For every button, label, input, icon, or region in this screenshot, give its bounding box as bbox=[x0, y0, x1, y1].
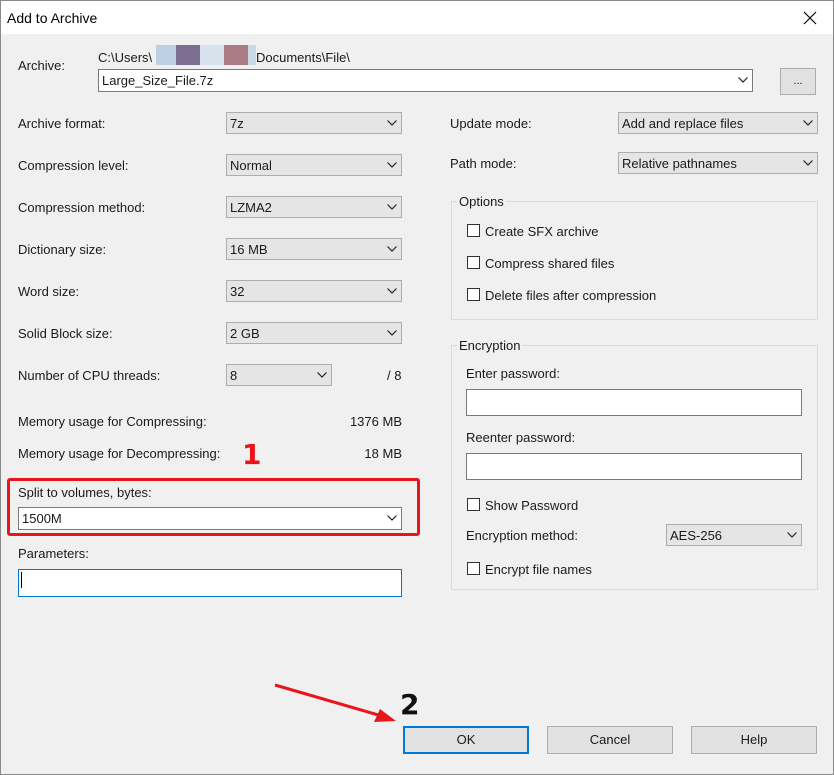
word-size-select[interactable]: 32 bbox=[226, 280, 402, 302]
memory-compress-value: 1376 MB bbox=[349, 414, 402, 429]
dictionary-size-value: 16 MB bbox=[230, 242, 268, 257]
ok-button[interactable]: OK bbox=[403, 726, 529, 754]
help-button[interactable]: Help bbox=[691, 726, 817, 754]
path-mode-select[interactable]: Relative pathnames bbox=[618, 152, 818, 174]
chevron-down-icon bbox=[383, 281, 401, 301]
chevron-down-icon bbox=[383, 197, 401, 217]
archive-format-label: Archive format: bbox=[18, 116, 106, 131]
parameters-label: Parameters: bbox=[18, 546, 89, 561]
chevron-down-icon bbox=[383, 155, 401, 175]
compression-method-label: Compression method: bbox=[18, 200, 146, 215]
dictionary-size-select[interactable]: 16 MB bbox=[226, 238, 402, 260]
redacted-username bbox=[156, 45, 256, 65]
text-cursor bbox=[21, 572, 22, 588]
archive-format-select[interactable]: 7z bbox=[226, 112, 402, 134]
compression-level-select[interactable]: Normal bbox=[226, 154, 402, 176]
word-size-label: Word size: bbox=[18, 284, 80, 299]
annotation-arrow-icon bbox=[274, 683, 396, 722]
archive-name-value: Large_Size_File.7z bbox=[102, 73, 214, 88]
title-bar: Add to Archive bbox=[1, 1, 833, 34]
memory-compress-label: Memory usage for Compressing: bbox=[18, 414, 207, 429]
reenter-password-label: Reenter password: bbox=[466, 430, 576, 445]
archive-name-combo[interactable]: Large_Size_File.7z bbox=[98, 69, 753, 92]
reenter-password-input[interactable] bbox=[466, 453, 802, 480]
chevron-down-icon bbox=[313, 365, 331, 385]
word-size-value: 32 bbox=[230, 284, 245, 299]
compression-method-select[interactable]: LZMA2 bbox=[226, 196, 402, 218]
chevron-down-icon bbox=[734, 70, 752, 90]
highlight-box bbox=[7, 478, 420, 536]
chevron-down-icon bbox=[799, 113, 817, 133]
cpu-threads-label: Number of CPU threads: bbox=[18, 368, 161, 383]
memory-decompress-value: 18 MB bbox=[364, 446, 402, 461]
cancel-button[interactable]: Cancel bbox=[547, 726, 673, 754]
cpu-threads-value: 8 bbox=[230, 368, 238, 383]
path-mode-value: Relative pathnames bbox=[622, 156, 737, 171]
encryption-method-label: Encryption method: bbox=[466, 528, 579, 543]
create-sfx-checkbox[interactable] bbox=[467, 224, 480, 237]
options-group-title: Options bbox=[457, 194, 506, 209]
parameters-input[interactable] bbox=[18, 569, 402, 597]
chevron-down-icon bbox=[383, 239, 401, 259]
update-mode-select[interactable]: Add and replace files bbox=[618, 112, 818, 134]
encrypt-names-label: Encrypt file names bbox=[485, 562, 592, 577]
step-2-annotation: 2 bbox=[400, 688, 420, 721]
compress-shared-checkbox[interactable] bbox=[467, 256, 480, 269]
window-title: Add to Archive bbox=[7, 10, 98, 26]
show-password-checkbox[interactable] bbox=[467, 498, 480, 511]
archive-format-value: 7z bbox=[230, 116, 244, 131]
password-input[interactable] bbox=[466, 389, 802, 416]
cpu-threads-max: / 8 bbox=[387, 368, 402, 383]
compress-shared-label: Compress shared files bbox=[485, 256, 615, 271]
memory-decompress-label: Memory usage for Decompressing: bbox=[18, 446, 221, 461]
dictionary-size-label: Dictionary size: bbox=[18, 242, 107, 257]
enter-password-label: Enter password: bbox=[466, 366, 560, 381]
show-password-label: Show Password bbox=[485, 498, 579, 513]
solid-block-size-label: Solid Block size: bbox=[18, 326, 113, 341]
chevron-down-icon bbox=[783, 525, 801, 545]
cpu-threads-select[interactable]: 8 bbox=[226, 364, 332, 386]
chevron-down-icon bbox=[383, 323, 401, 343]
archive-label: Archive: bbox=[18, 58, 65, 73]
delete-after-checkbox[interactable] bbox=[467, 288, 480, 301]
encryption-method-value: AES-256 bbox=[670, 528, 723, 543]
encryption-group-title: Encryption bbox=[457, 338, 523, 353]
update-mode-value: Add and replace files bbox=[622, 116, 744, 131]
archive-path-prefix: C:\Users\ bbox=[98, 50, 153, 65]
delete-after-label: Delete files after compression bbox=[485, 288, 657, 303]
compression-level-label: Compression level: bbox=[18, 158, 129, 173]
step-1-annotation: 1 bbox=[242, 438, 262, 471]
chevron-down-icon bbox=[799, 153, 817, 173]
update-mode-label: Update mode: bbox=[450, 116, 532, 131]
compression-level-value: Normal bbox=[230, 158, 272, 173]
path-mode-label: Path mode: bbox=[450, 156, 517, 171]
browse-button[interactable]: ... bbox=[780, 68, 816, 95]
chevron-down-icon bbox=[383, 113, 401, 133]
archive-path-suffix: Documents\File\ bbox=[256, 50, 350, 65]
close-icon bbox=[803, 11, 817, 25]
close-button[interactable] bbox=[795, 4, 825, 32]
create-sfx-label: Create SFX archive bbox=[485, 224, 599, 239]
solid-block-size-select[interactable]: 2 GB bbox=[226, 322, 402, 344]
encryption-method-select[interactable]: AES-256 bbox=[666, 524, 802, 546]
compression-method-value: LZMA2 bbox=[230, 200, 272, 215]
solid-block-size-value: 2 GB bbox=[230, 326, 260, 341]
encrypt-names-checkbox[interactable] bbox=[467, 562, 480, 575]
